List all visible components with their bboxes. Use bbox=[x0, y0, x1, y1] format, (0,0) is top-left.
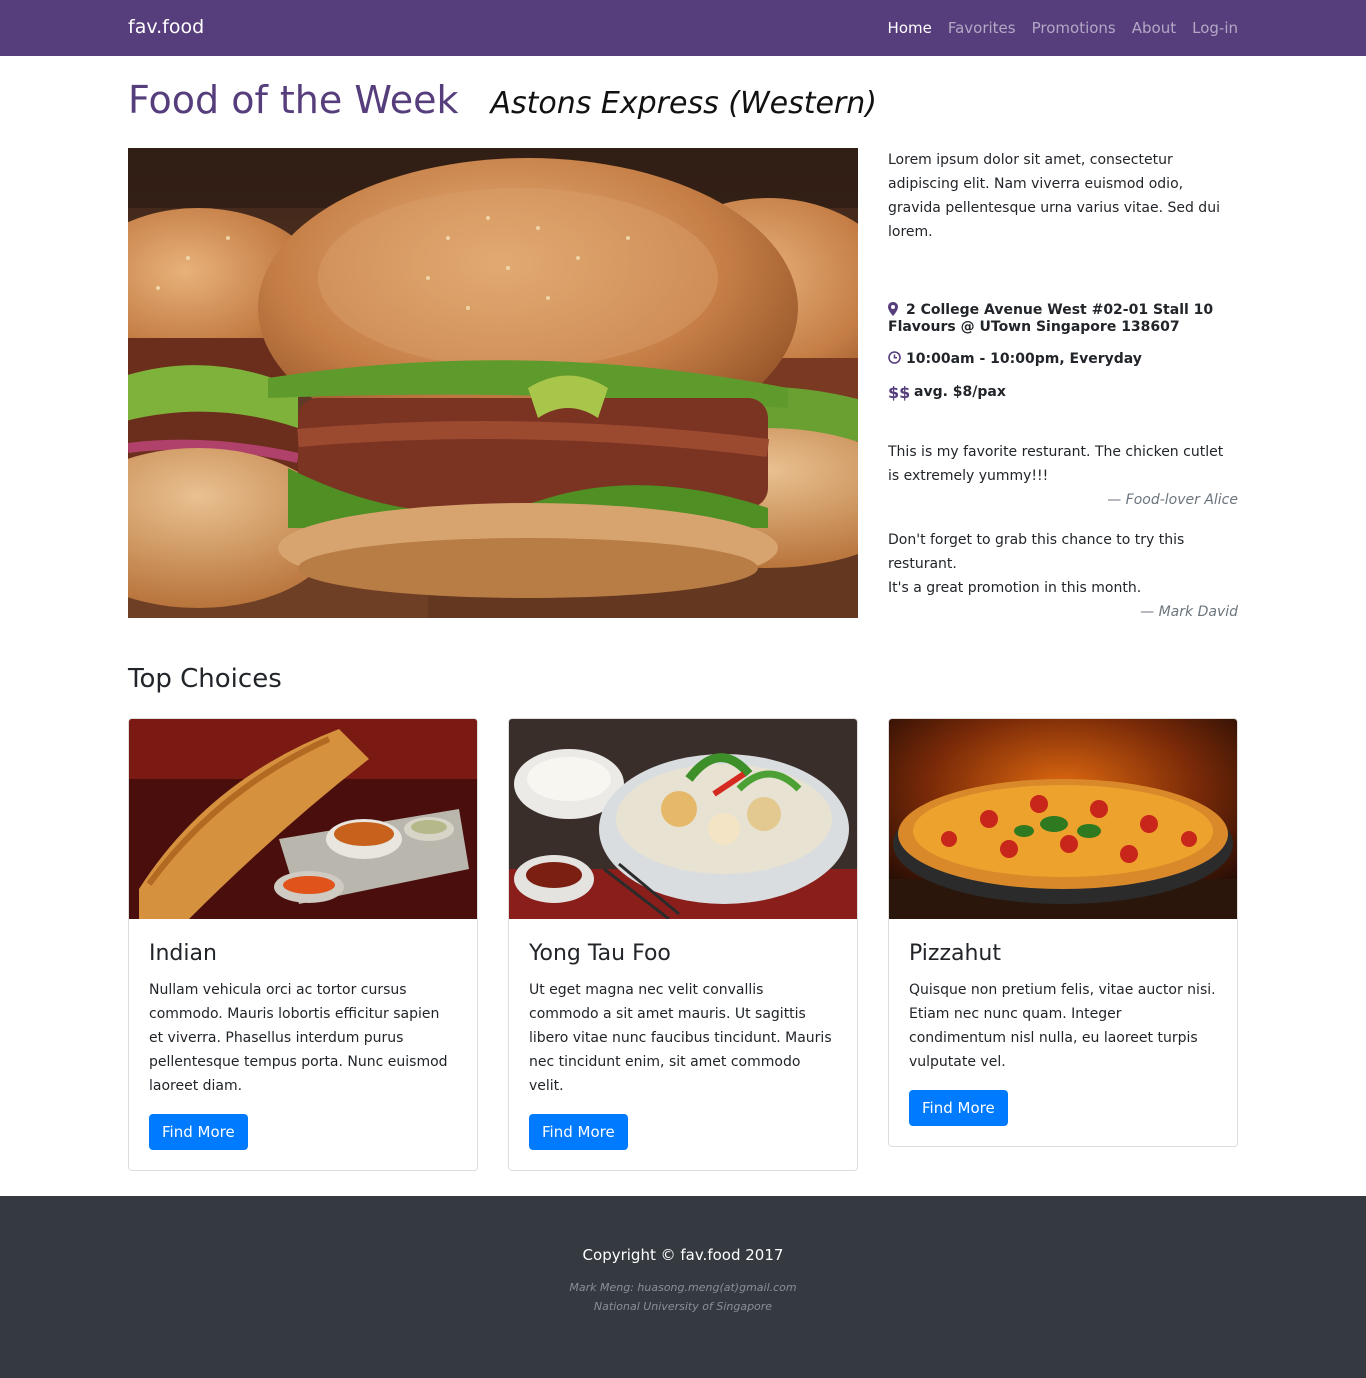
address: 2 College Avenue West #02-01 Stall 10 Fl… bbox=[888, 302, 1214, 336]
card-body: Indian Nullam vehicula orci ac tortor cu… bbox=[129, 919, 477, 1170]
copyright: Copyright © fav.food 2017 bbox=[582, 1246, 784, 1264]
card-pizzahut: Pizzahut Quisque non pretium felis, vita… bbox=[888, 718, 1238, 1147]
review-alice: This is my favorite resturant. The chick… bbox=[888, 440, 1238, 512]
card-text: Quisque non pretium felis, vitae auctor … bbox=[909, 982, 1216, 1070]
dosa-image bbox=[129, 719, 477, 919]
hero-heading: Food of the Week Astons Express (Western… bbox=[128, 78, 877, 122]
footer-credits: Mark Meng: huasong.meng(at)gmail.com Nat… bbox=[0, 1278, 1366, 1316]
review-author: — Food-lover Alice bbox=[1107, 492, 1238, 508]
find-more-button[interactable]: Find More bbox=[529, 1114, 628, 1150]
hours-row: 10:00am - 10:00pm, Everyday bbox=[888, 351, 1142, 369]
card-body: Pizzahut Quisque non pretium felis, vita… bbox=[889, 919, 1237, 1146]
nav-favorites[interactable]: Favorites bbox=[948, 19, 1016, 37]
address-row: 2 College Avenue West #02-01 Stall 10 Fl… bbox=[888, 302, 1238, 336]
card-indian: Indian Nullam vehicula orci ac tortor cu… bbox=[128, 718, 478, 1171]
card-body: Yong Tau Foo Ut eget magna nec velit con… bbox=[509, 919, 857, 1170]
restaurant-name: Astons Express (Western) bbox=[490, 86, 877, 121]
pizza-image bbox=[889, 719, 1237, 919]
card-text: Nullam vehicula orci ac tortor cursus co… bbox=[149, 982, 448, 1094]
organization: National University of Singapore bbox=[593, 1300, 773, 1313]
footer: Copyright © fav.food 2017 Mark Meng: hua… bbox=[0, 1196, 1366, 1378]
navbar: fav.food Home Favorites Promotions About… bbox=[0, 0, 1366, 56]
clock-icon bbox=[888, 351, 906, 369]
address-line-2: Flavours @ UTown Singapore 138607 bbox=[888, 319, 1180, 335]
review-text: It's a great promotion in this month. bbox=[888, 580, 1142, 596]
yong-tau-foo-image bbox=[509, 719, 857, 919]
card-title: Yong Tau Foo bbox=[529, 941, 671, 966]
nav-promotions[interactable]: Promotions bbox=[1032, 19, 1116, 37]
restaurant-description: Lorem ipsum dolor sit amet, consectetur … bbox=[888, 152, 1220, 240]
average-price: avg. $8/pax bbox=[914, 384, 1006, 400]
nav-menu: Home Favorites Promotions About Log-in bbox=[872, 0, 1238, 56]
card-title: Pizzahut bbox=[909, 941, 1001, 966]
brand-link[interactable]: fav.food bbox=[128, 16, 204, 38]
review-text: Don't forget to grab this chance to try … bbox=[888, 532, 1185, 572]
address-line-1: 2 College Avenue West #02-01 Stall 10 bbox=[906, 302, 1214, 318]
section-title: Top Choices bbox=[128, 664, 282, 694]
card-yong-tau-foo: Yong Tau Foo Ut eget magna nec velit con… bbox=[508, 718, 858, 1171]
review-text: This is my favorite resturant. The chick… bbox=[888, 444, 1224, 484]
nav-home[interactable]: Home bbox=[888, 19, 932, 37]
nav-about[interactable]: About bbox=[1132, 19, 1176, 37]
review-author: — Mark David bbox=[1140, 604, 1238, 620]
card-text: Ut eget magna nec velit convallis commod… bbox=[529, 982, 832, 1094]
page-title: Food of the Week bbox=[128, 78, 459, 122]
card-title: Indian bbox=[149, 941, 217, 966]
find-more-button[interactable]: Find More bbox=[149, 1114, 248, 1150]
find-more-button[interactable]: Find More bbox=[909, 1090, 1008, 1126]
author-contact: Mark Meng: huasong.meng(at)gmail.com bbox=[569, 1281, 797, 1294]
hero-image bbox=[128, 148, 858, 618]
dollar-icon: $$ bbox=[888, 383, 911, 402]
opening-hours: 10:00am - 10:00pm, Everyday bbox=[906, 351, 1142, 367]
nav-login[interactable]: Log-in bbox=[1192, 19, 1238, 37]
review-mark: Don't forget to grab this chance to try … bbox=[888, 528, 1238, 624]
price-row: $$ avg. $8/pax bbox=[888, 384, 1006, 401]
restaurant-info: Lorem ipsum dolor sit amet, consectetur … bbox=[888, 148, 1238, 620]
